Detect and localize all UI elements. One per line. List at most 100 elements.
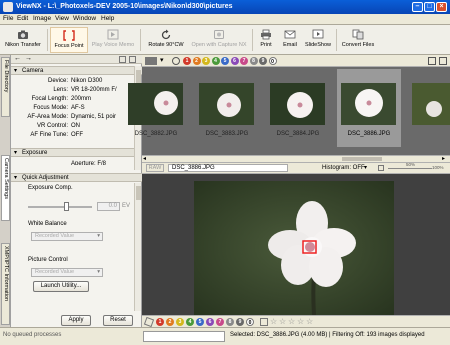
- quick-adjustment-header[interactable]: Quick Adjustment: [11, 173, 142, 182]
- exposure-comp-input[interactable]: 0.0: [97, 202, 120, 211]
- scrollbar-thumb[interactable]: [342, 157, 382, 161]
- white-balance-select[interactable]: Recorded Value: [31, 232, 103, 241]
- label-3-icon[interactable]: 3: [176, 318, 184, 326]
- picture-control-select[interactable]: Recorded Value: [31, 268, 103, 277]
- menu-file[interactable]: File: [3, 15, 13, 22]
- label-5-icon[interactable]: 5: [196, 318, 204, 326]
- menu-help[interactable]: Help: [101, 15, 114, 22]
- main-image: [194, 181, 394, 315]
- adjust-scrollbar[interactable]: [134, 183, 141, 311]
- slideshow-button[interactable]: SlideShow: [304, 27, 332, 53]
- print-button[interactable]: Print: [256, 27, 276, 53]
- row-value: VR 18-200mm F/: [71, 87, 117, 93]
- label-eraser-icon[interactable]: [143, 316, 155, 328]
- toolbar-separator: [47, 29, 48, 51]
- row-value: OFF: [71, 132, 83, 138]
- tab-file-directory[interactable]: File Directory: [1, 57, 10, 117]
- exposure-section-header[interactable]: Exposure: [11, 148, 134, 157]
- thumbnail-5[interactable]: [408, 69, 450, 147]
- label-4-icon[interactable]: 4: [186, 318, 194, 326]
- email-button[interactable]: Email: [280, 27, 300, 53]
- thumbnail-3[interactable]: DSC_3884.JPG: [266, 69, 330, 147]
- exposure-comp-slider[interactable]: [28, 206, 92, 208]
- convert-files-icon: [352, 29, 364, 40]
- label-2-icon[interactable]: 2: [166, 318, 174, 326]
- label-7-icon[interactable]: 7: [216, 318, 224, 326]
- forward-arrow-icon[interactable]: →: [25, 55, 32, 63]
- panel-dock-icon[interactable]: [129, 56, 136, 63]
- label-1-icon[interactable]: 1: [183, 57, 191, 65]
- label-9-icon[interactable]: 9: [236, 318, 244, 326]
- convert-files-button[interactable]: Convert Files: [340, 27, 376, 53]
- reset-button[interactable]: Reset: [103, 315, 133, 326]
- menu-window[interactable]: Window: [73, 15, 96, 22]
- camera-section-header[interactable]: Camera: [11, 66, 142, 75]
- panel-dock-icon[interactable]: [439, 57, 447, 65]
- toolbar-separator: [336, 29, 337, 51]
- viewer-filename: DSC_3886.JPG: [168, 164, 288, 172]
- apply-button[interactable]: Apply: [61, 315, 91, 326]
- label-0-icon[interactable]: 0: [246, 318, 254, 326]
- rating-clear-icon[interactable]: [260, 318, 268, 326]
- app-icon: [3, 2, 13, 12]
- tab-xmp-iptc[interactable]: XMP/IPTC Information: [1, 243, 10, 325]
- tab-camera-settings-label: Camera Settings: [3, 158, 9, 199]
- label-0-icon[interactable]: 0: [268, 57, 277, 65]
- label-6-icon[interactable]: 6: [230, 57, 239, 65]
- minimize-button[interactable]: –: [412, 2, 423, 12]
- histogram-toggle[interactable]: Histogram: OFF: [322, 164, 365, 172]
- nikon-transfer-button[interactable]: Nikon Transfer: [2, 27, 44, 53]
- toolbar: Nikon Transfer Focus Point Play Voice Me…: [0, 25, 450, 55]
- label-6-icon[interactable]: 6: [206, 318, 214, 326]
- close-button[interactable]: ×: [436, 2, 447, 12]
- label-filter-icon[interactable]: [172, 57, 180, 65]
- thumbnail-image: [270, 83, 325, 125]
- label-8-icon[interactable]: 8: [249, 57, 258, 65]
- menu-edit[interactable]: Edit: [17, 15, 28, 22]
- view-mode-dropdown-icon[interactable]: ▾: [160, 56, 164, 65]
- open-capture-nx-button[interactable]: Open with Capture NX: [190, 27, 248, 53]
- star-3-icon[interactable]: ☆: [288, 317, 295, 326]
- slider-handle[interactable]: [64, 202, 69, 211]
- filmstrip-scrollbar[interactable]: ◂ ▸: [142, 155, 450, 163]
- panel-float-icon[interactable]: [119, 56, 126, 63]
- maximize-button[interactable]: □: [424, 2, 435, 12]
- row-key: AF-Area Mode:: [27, 114, 68, 120]
- label-5-icon[interactable]: 5: [221, 57, 229, 65]
- star-1-icon[interactable]: ☆: [270, 317, 277, 326]
- launch-utility-button[interactable]: Launch Utility...: [33, 281, 89, 292]
- scroll-left-icon[interactable]: ◂: [143, 156, 146, 162]
- ev-unit: EV: [122, 203, 131, 209]
- image-viewer[interactable]: [142, 174, 450, 315]
- menu-view[interactable]: View: [55, 15, 69, 22]
- flower-thumb-icon: [412, 83, 450, 125]
- zoom-slider[interactable]: 50%: [388, 162, 432, 170]
- label-8-icon[interactable]: 8: [226, 318, 234, 326]
- thumbnail-1[interactable]: DSC_3882.JPG: [124, 69, 188, 147]
- play-voice-memo-button[interactable]: Play Voice Memo: [90, 27, 136, 53]
- label-9-icon[interactable]: 9: [259, 57, 267, 65]
- thumbnail-4-selected[interactable]: DSC_3886.JPG: [337, 69, 401, 147]
- label-7-icon[interactable]: 7: [240, 57, 248, 65]
- view-mode-icon[interactable]: [145, 57, 157, 65]
- fit-icon[interactable]: [378, 165, 384, 171]
- label-1-icon[interactable]: 1: [156, 318, 164, 326]
- rotate-button[interactable]: Rotate 90°CW: [144, 27, 188, 53]
- star-2-icon[interactable]: ☆: [279, 317, 286, 326]
- scroll-right-icon[interactable]: ▸: [442, 156, 445, 162]
- scrollbar-thumb[interactable]: [136, 186, 141, 200]
- star-4-icon[interactable]: ☆: [297, 317, 304, 326]
- label-4-icon[interactable]: 4: [211, 57, 220, 65]
- back-arrow-icon[interactable]: ←: [14, 55, 21, 63]
- label-3-icon[interactable]: 3: [202, 57, 210, 65]
- histogram-dropdown-icon[interactable]: ▾: [364, 164, 367, 172]
- tab-camera-settings[interactable]: Camera Settings: [1, 155, 10, 221]
- panel-float-icon[interactable]: [428, 57, 436, 65]
- label-2-icon[interactable]: 2: [192, 57, 201, 65]
- raw-toggle[interactable]: RAW: [146, 164, 164, 172]
- star-5-icon[interactable]: ☆: [306, 317, 313, 326]
- thumbnail-2[interactable]: DSC_3883.JPG: [195, 69, 259, 147]
- menu-bar: File Edit Image View Window Help: [0, 14, 450, 25]
- focus-point-button[interactable]: Focus Point: [50, 27, 88, 53]
- menu-image[interactable]: Image: [33, 15, 51, 22]
